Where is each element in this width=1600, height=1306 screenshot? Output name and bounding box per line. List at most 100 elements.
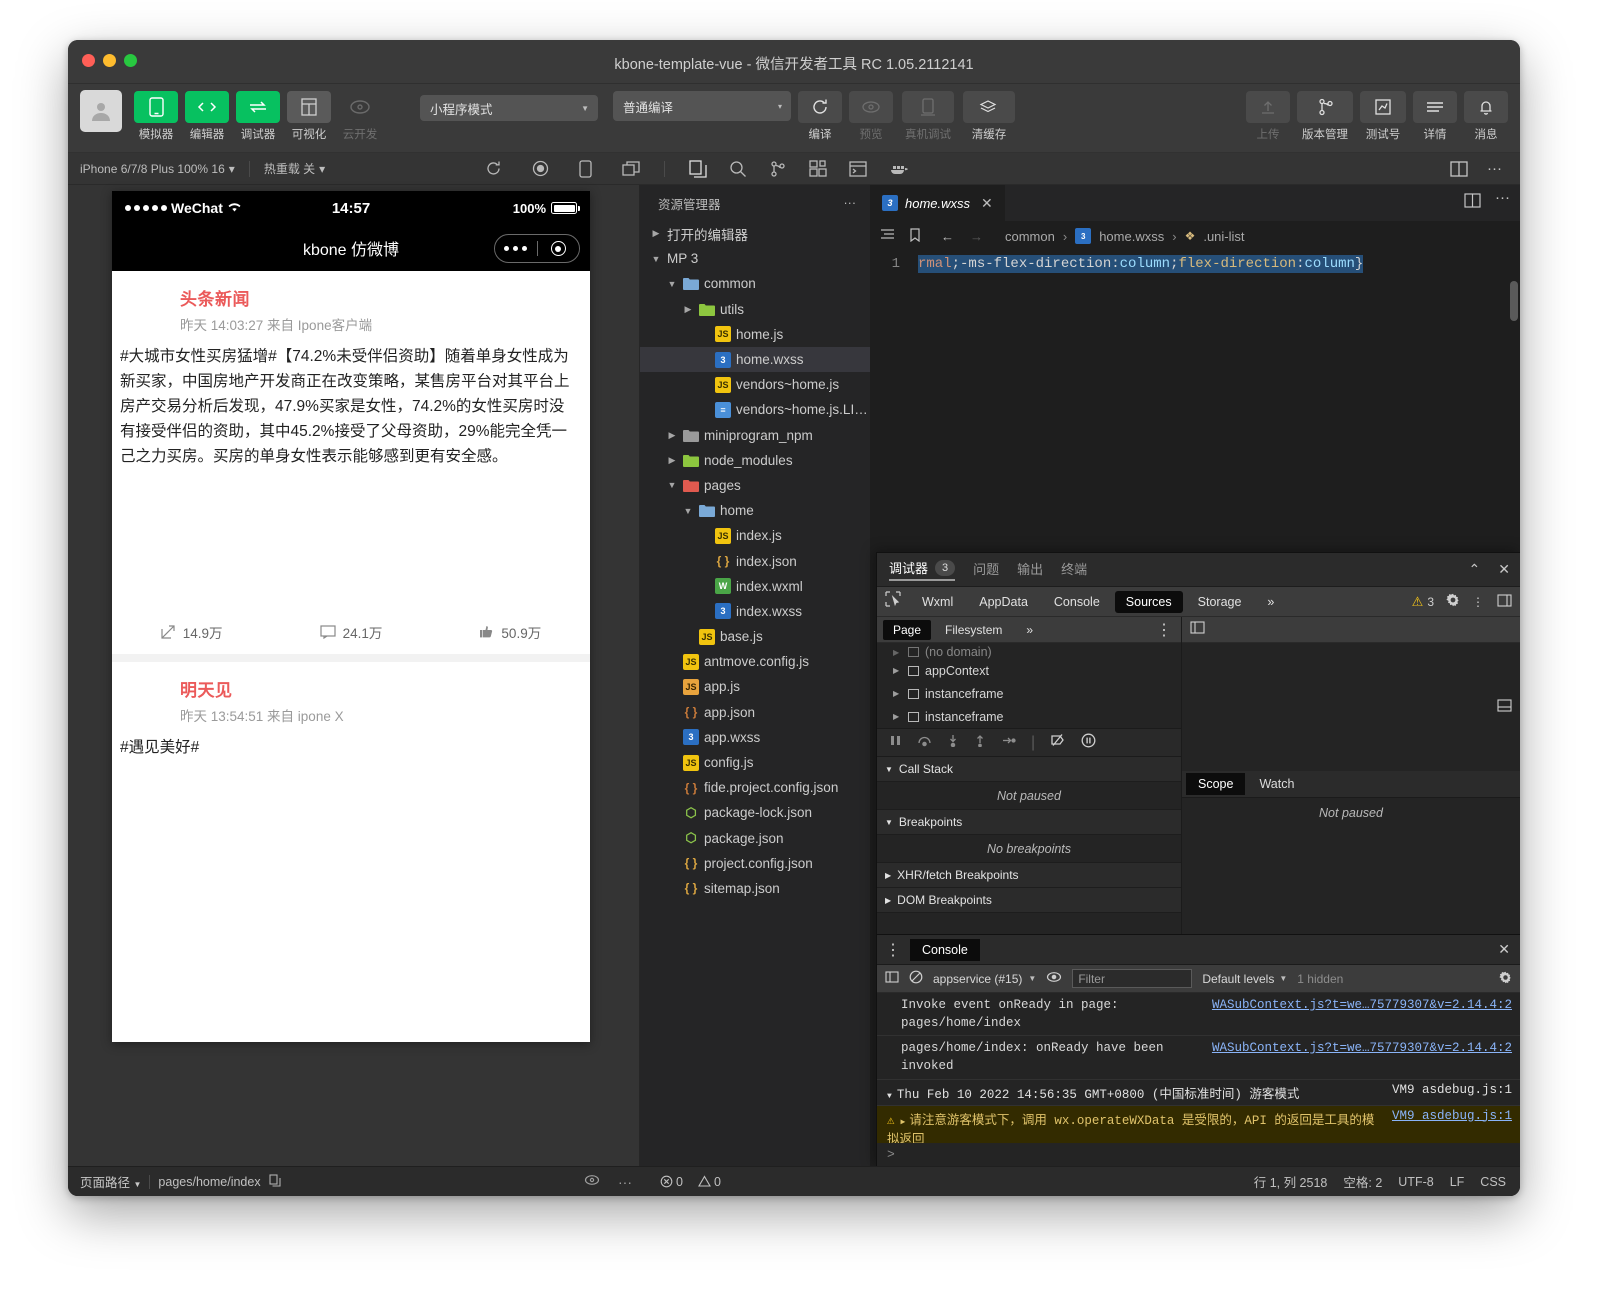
- split-editor-icon[interactable]: [1450, 160, 1468, 177]
- show-navigator-icon[interactable]: [1190, 620, 1205, 639]
- tree-item[interactable]: { } app.json: [640, 700, 870, 725]
- page-source-tree[interactable]: ▶ (no domain) ▶ appContext ▶ instanceframe ▶ in…: [877, 643, 1181, 728]
- tree-item[interactable]: ⬡ package.json: [640, 826, 870, 851]
- navigator-tab-more[interactable]: »: [1016, 620, 1043, 640]
- outline-list-icon[interactable]: [880, 228, 895, 244]
- like-action[interactable]: 50.9万: [431, 622, 590, 642]
- navigator-tab-page[interactable]: Page: [883, 619, 932, 640]
- tree-item[interactable]: ▼ MP 3: [640, 246, 870, 271]
- tree-item[interactable]: ▶ utils: [640, 297, 870, 322]
- warning-count[interactable]: 0: [698, 1175, 721, 1189]
- capsule-button[interactable]: [494, 234, 580, 263]
- explorer-more-icon[interactable]: ···: [844, 196, 857, 210]
- share-action[interactable]: 14.9万: [112, 622, 271, 642]
- toolbar-item-testid[interactable]: 测试号: [1360, 91, 1406, 142]
- device-select-caret[interactable]: ▾: [229, 162, 235, 176]
- status-more-icon[interactable]: ···: [618, 1174, 632, 1190]
- watch-tab[interactable]: Watch: [1247, 773, 1306, 795]
- panel-tab-appdata[interactable]: AppData: [968, 591, 1039, 613]
- chevron-down-icon[interactable]: ▼: [887, 1092, 892, 1101]
- console-message-source[interactable]: WASubContext.js?t=we…75779307&v=2.14.4:2: [1212, 1039, 1512, 1075]
- console-messages[interactable]: Invoke event onReady in page: pages/home…: [877, 993, 1520, 1143]
- console-context-select[interactable]: appservice (#15) ▼: [933, 972, 1036, 986]
- xhr-breakpoints-header[interactable]: ▶ XHR/fetch Breakpoints: [877, 863, 1181, 888]
- toolbar-item-message[interactable]: 消息: [1464, 91, 1508, 142]
- navigator-more-icon[interactable]: ⋮: [1156, 620, 1173, 640]
- gear-icon[interactable]: [1446, 593, 1460, 610]
- breadcrumb-item-file[interactable]: home.wxss: [1099, 229, 1164, 244]
- console-message-source[interactable]: VM9 asdebug.js:1: [1392, 1083, 1512, 1102]
- tree-item[interactable]: ▼ common: [640, 271, 870, 296]
- file-tree[interactable]: ▶ 打开的编辑器 ▼ MP 3 ▼ common ▶ utils JS home.js 3 home.…: [640, 221, 870, 901]
- step-out-icon[interactable]: [974, 734, 986, 752]
- status-eye-icon[interactable]: [584, 1174, 600, 1189]
- close-mini-icon[interactable]: [538, 241, 580, 256]
- line-col-indicator[interactable]: 行 1, 列 2518: [1254, 1172, 1328, 1191]
- avatar[interactable]: [80, 90, 122, 132]
- toolbar-item-editor[interactable]: 编辑器: [185, 91, 229, 142]
- debug-console-icon[interactable]: [849, 160, 867, 177]
- chevron-right-icon[interactable]: ▶: [650, 228, 662, 239]
- breakpoints-header[interactable]: ▼ Breakpoints: [877, 810, 1181, 835]
- step-icon[interactable]: [1001, 734, 1016, 752]
- chevron-right-icon[interactable]: ▶: [901, 1118, 906, 1127]
- tree-item[interactable]: JS base.js: [640, 624, 870, 649]
- more-icon[interactable]: [495, 246, 537, 251]
- code-content[interactable]: rmal;-ms-flex-direction:column;flex-dire…: [918, 255, 1364, 273]
- tree-item[interactable]: JS config.js: [640, 750, 870, 775]
- breadcrumb[interactable]: ← → common › 3 home.wxss › ❖ .uni-list: [870, 221, 1520, 251]
- copy-path-icon[interactable]: [269, 1173, 281, 1190]
- source-tree-item[interactable]: ▶ instanceframe: [877, 682, 1181, 705]
- console-group-row[interactable]: ▼ Thu Feb 10 2022 14:56:35 GMT+0800 (中国标准…: [877, 1080, 1520, 1106]
- console-levels-select[interactable]: Default levels ▼: [1202, 972, 1287, 986]
- show-debugger-icon[interactable]: [1497, 699, 1512, 717]
- chevron-right-icon[interactable]: ▶: [893, 689, 902, 698]
- mobile-icon[interactable]: [579, 159, 592, 178]
- tree-item[interactable]: JS antmove.config.js: [640, 649, 870, 674]
- console-settings-icon[interactable]: [1499, 971, 1512, 987]
- source-tree-item[interactable]: ▶ appContext: [877, 659, 1181, 682]
- extensions-icon[interactable]: [809, 159, 827, 178]
- call-stack-header[interactable]: ▼ Call Stack: [877, 757, 1181, 782]
- tree-item[interactable]: ▶ node_modules: [640, 448, 870, 473]
- panel-tab-sources[interactable]: Sources: [1114, 590, 1183, 613]
- tree-item[interactable]: 3 home.wxss: [640, 346, 870, 373]
- chevron-right-icon[interactable]: ▶: [666, 455, 678, 466]
- source-control-icon[interactable]: [769, 160, 787, 178]
- tree-item[interactable]: JS vendors~home.js: [640, 372, 870, 397]
- hot-reload-select[interactable]: 热重载 关: [264, 160, 315, 177]
- chevron-down-icon[interactable]: ▼: [666, 279, 678, 289]
- drawer-more-icon[interactable]: ⋮: [885, 940, 902, 960]
- devtools-tab-problems[interactable]: 问题: [973, 559, 999, 580]
- console-log-row[interactable]: Invoke event onReady in page: pages/home…: [877, 993, 1520, 1037]
- source-tree-item[interactable]: ▶ instanceframe: [877, 705, 1181, 728]
- scope-tab[interactable]: Scope: [1186, 773, 1246, 795]
- back-arrow-icon[interactable]: ←: [941, 229, 954, 244]
- devtools-tab-debugger[interactable]: 调试器 3: [889, 558, 956, 581]
- devtools-tab-terminal[interactable]: 终端: [1061, 559, 1087, 580]
- code-editor[interactable]: 1 rmal;-ms-flex-direction:column;flex-di…: [870, 251, 1520, 321]
- tree-item[interactable]: { } index.json: [640, 548, 870, 573]
- editor-more-icon[interactable]: ···: [1495, 190, 1510, 213]
- console-message-source[interactable]: WASubContext.js?t=we…75779307&v=2.14.4:2: [1212, 996, 1512, 1032]
- console-warning-row[interactable]: ⚠ ▶ 请注意游客模式下，调用 wx.operateWXData 是受限的，API …: [877, 1105, 1520, 1144]
- deactivate-breakpoints-icon[interactable]: [1050, 733, 1066, 752]
- device-select[interactable]: iPhone 6/7/8 Plus 100% 16: [80, 162, 225, 176]
- tree-item[interactable]: 3 index.wxss: [640, 599, 870, 624]
- tree-item[interactable]: Windex.wxml: [640, 574, 870, 599]
- hot-reload-caret[interactable]: ▾: [319, 162, 325, 176]
- console-message-source[interactable]: VM9 asdebug.js:1: [1392, 1109, 1512, 1144]
- chevron-right-icon[interactable]: ▶: [682, 304, 694, 315]
- panel-tab-wxml[interactable]: Wxml: [911, 591, 964, 613]
- more-actions-icon[interactable]: ···: [1487, 160, 1502, 177]
- toolbar-item-clearcache[interactable]: 清缓存: [963, 91, 1015, 142]
- chevron-up-icon[interactable]: ⌃: [1469, 561, 1481, 578]
- editor-scrollbar[interactable]: [1510, 281, 1518, 321]
- bookmark-icon[interactable]: [909, 227, 921, 245]
- close-drawer-icon[interactable]: ✕: [1498, 941, 1510, 958]
- toolbar-item-compile[interactable]: 编译: [798, 91, 842, 142]
- tree-item[interactable]: { } sitemap.json: [640, 876, 870, 901]
- warning-indicator[interactable]: ⚠ 3: [1412, 594, 1434, 610]
- toolbar-item-visual[interactable]: 可视化: [287, 91, 331, 142]
- error-count[interactable]: 0: [660, 1175, 683, 1189]
